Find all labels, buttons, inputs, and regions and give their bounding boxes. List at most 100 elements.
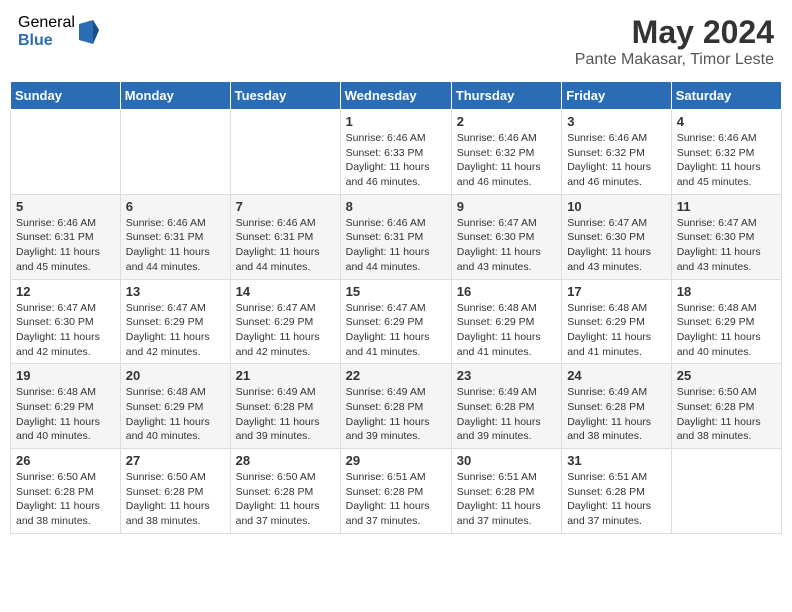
calendar-cell: 12Sunrise: 6:47 AM Sunset: 6:30 PM Dayli… (11, 279, 121, 364)
day-info: Sunrise: 6:47 AM Sunset: 6:30 PM Dayligh… (16, 301, 115, 360)
calendar-cell: 16 Sunrise: 6:48 AM Sunset: 6:29 PM Dayli… (451, 279, 561, 364)
day-info: Sunrise: 6:50 AM Sunset: 6:28 PM Dayligh… (677, 385, 776, 444)
column-header-wednesday: Wednesday (340, 82, 451, 110)
day-info: Sunrise: 6:47 AM Sunset: 6:29 PM Dayligh… (236, 301, 335, 360)
day-info: Sunrise: 6:47 AM Sunset: 6:29 PM Dayligh… (346, 301, 446, 360)
calendar-cell: 29 Sunrise: 6:51 AM Sunset: 6:28 PM Dayli… (340, 449, 451, 534)
location-subtitle: Pante Makasar, Timor Leste (575, 51, 774, 69)
month-year-title: May 2024 (575, 14, 774, 51)
day-info: Sunrise: 6:48 AM Sunset: 6:29 PM Dayligh… (126, 385, 225, 444)
calendar-week-row: 1 Sunrise: 6:46 AM Sunset: 6:33 PM Daylig… (11, 110, 782, 195)
calendar-cell: 31 Sunrise: 6:51 AM Sunset: 6:28 PM Dayli… (562, 449, 672, 534)
calendar-week-row: 26 Sunrise: 6:50 AM Sunset: 6:28 PM Dayli… (11, 449, 782, 534)
calendar-week-row: 19Sunrise: 6:48 AM Sunset: 6:29 PM Dayli… (11, 364, 782, 449)
day-info: Sunrise: 6:50 AM Sunset: 6:28 PM Dayligh… (126, 470, 225, 529)
day-number: 14 (236, 284, 335, 299)
calendar-cell (11, 110, 121, 195)
day-number: 20 (126, 368, 225, 383)
day-info: Sunrise: 6:46 AM Sunset: 6:31 PM Dayligh… (126, 216, 225, 275)
logo-general: General (18, 14, 75, 32)
day-info: Sunrise: 6:48 AM Sunset: 6:29 PM Dayligh… (567, 301, 666, 360)
day-number: 29 (346, 453, 446, 468)
day-number: 18 (677, 284, 776, 299)
calendar-cell: 28 Sunrise: 6:50 AM Sunset: 6:28 PM Dayli… (230, 449, 340, 534)
day-info: Sunrise: 6:49 AM Sunset: 6:28 PM Dayligh… (457, 385, 556, 444)
day-info: Sunrise: 6:51 AM Sunset: 6:28 PM Dayligh… (346, 470, 446, 529)
column-header-thursday: Thursday (451, 82, 561, 110)
logo-text: General Blue (18, 14, 75, 49)
calendar-week-row: 5 Sunrise: 6:46 AM Sunset: 6:31 PM Daylig… (11, 194, 782, 279)
day-info: Sunrise: 6:46 AM Sunset: 6:32 PM Dayligh… (567, 131, 666, 190)
calendar-cell: 15 Sunrise: 6:47 AM Sunset: 6:29 PM Dayli… (340, 279, 451, 364)
day-number: 16 (457, 284, 556, 299)
calendar-cell: 9 Sunrise: 6:47 AM Sunset: 6:30 PM Daylig… (451, 194, 561, 279)
day-number: 28 (236, 453, 335, 468)
day-info: Sunrise: 6:50 AM Sunset: 6:28 PM Dayligh… (236, 470, 335, 529)
calendar-cell: 4 Sunrise: 6:46 AM Sunset: 6:32 PM Daylig… (671, 110, 781, 195)
column-header-tuesday: Tuesday (230, 82, 340, 110)
calendar-cell: 17 Sunrise: 6:48 AM Sunset: 6:29 PM Dayli… (562, 279, 672, 364)
calendar-cell: 7 Sunrise: 6:46 AM Sunset: 6:31 PM Daylig… (230, 194, 340, 279)
day-info: Sunrise: 6:51 AM Sunset: 6:28 PM Dayligh… (567, 470, 666, 529)
calendar-cell (120, 110, 230, 195)
calendar-cell: 2 Sunrise: 6:46 AM Sunset: 6:32 PM Daylig… (451, 110, 561, 195)
calendar-cell: 24Sunrise: 6:49 AM Sunset: 6:28 PM Dayli… (562, 364, 672, 449)
calendar-cell: 27 Sunrise: 6:50 AM Sunset: 6:28 PM Dayli… (120, 449, 230, 534)
day-number: 27 (126, 453, 225, 468)
day-number: 5 (16, 199, 115, 214)
day-info: Sunrise: 6:46 AM Sunset: 6:31 PM Dayligh… (236, 216, 335, 275)
calendar-cell: 3 Sunrise: 6:46 AM Sunset: 6:32 PM Daylig… (562, 110, 672, 195)
day-info: Sunrise: 6:51 AM Sunset: 6:28 PM Dayligh… (457, 470, 556, 529)
logo: General Blue (18, 14, 99, 49)
day-number: 9 (457, 199, 556, 214)
day-number: 25 (677, 368, 776, 383)
calendar-cell: 26Sunrise: 6:50 AM Sunset: 6:28 PM Dayli… (11, 449, 121, 534)
calendar-cell: 18Sunrise: 6:48 AM Sunset: 6:29 PM Dayli… (671, 279, 781, 364)
column-header-saturday: Saturday (671, 82, 781, 110)
calendar-table: SundayMondayTuesdayWednesdayThursdayFrid… (10, 81, 782, 534)
day-number: 8 (346, 199, 446, 214)
calendar-cell: 11Sunrise: 6:47 AM Sunset: 6:30 PM Dayli… (671, 194, 781, 279)
calendar-cell: 6Sunrise: 6:46 AM Sunset: 6:31 PM Daylig… (120, 194, 230, 279)
day-number: 11 (677, 199, 776, 214)
day-number: 10 (567, 199, 666, 214)
calendar-cell: 14 Sunrise: 6:47 AM Sunset: 6:29 PM Dayli… (230, 279, 340, 364)
day-info: Sunrise: 6:46 AM Sunset: 6:32 PM Dayligh… (677, 131, 776, 190)
calendar-cell: 20 Sunrise: 6:48 AM Sunset: 6:29 PM Dayli… (120, 364, 230, 449)
column-header-monday: Monday (120, 82, 230, 110)
calendar-cell: 19Sunrise: 6:48 AM Sunset: 6:29 PM Dayli… (11, 364, 121, 449)
logo-icon (79, 20, 99, 44)
day-number: 15 (346, 284, 446, 299)
day-number: 7 (236, 199, 335, 214)
calendar-cell: 1 Sunrise: 6:46 AM Sunset: 6:33 PM Daylig… (340, 110, 451, 195)
calendar-cell: 30Sunrise: 6:51 AM Sunset: 6:28 PM Dayli… (451, 449, 561, 534)
day-info: Sunrise: 6:47 AM Sunset: 6:30 PM Dayligh… (457, 216, 556, 275)
day-number: 26 (16, 453, 115, 468)
day-number: 17 (567, 284, 666, 299)
day-number: 1 (346, 114, 446, 129)
column-header-sunday: Sunday (11, 82, 121, 110)
day-number: 2 (457, 114, 556, 129)
day-info: Sunrise: 6:47 AM Sunset: 6:30 PM Dayligh… (567, 216, 666, 275)
day-info: Sunrise: 6:48 AM Sunset: 6:29 PM Dayligh… (457, 301, 556, 360)
day-number: 13 (126, 284, 225, 299)
day-number: 22 (346, 368, 446, 383)
calendar-cell (230, 110, 340, 195)
day-info: Sunrise: 6:46 AM Sunset: 6:33 PM Dayligh… (346, 131, 446, 190)
calendar-cell: 25 Sunrise: 6:50 AM Sunset: 6:28 PM Dayli… (671, 364, 781, 449)
day-info: Sunrise: 6:46 AM Sunset: 6:32 PM Dayligh… (457, 131, 556, 190)
day-number: 23 (457, 368, 556, 383)
day-number: 4 (677, 114, 776, 129)
day-info: Sunrise: 6:46 AM Sunset: 6:31 PM Dayligh… (16, 216, 115, 275)
day-number: 3 (567, 114, 666, 129)
day-number: 31 (567, 453, 666, 468)
day-info: Sunrise: 6:47 AM Sunset: 6:29 PM Dayligh… (126, 301, 225, 360)
calendar-cell: 23 Sunrise: 6:49 AM Sunset: 6:28 PM Dayli… (451, 364, 561, 449)
title-section: May 2024 Pante Makasar, Timor Leste (575, 14, 774, 69)
logo-blue: Blue (18, 32, 75, 50)
day-info: Sunrise: 6:48 AM Sunset: 6:29 PM Dayligh… (16, 385, 115, 444)
calendar-cell: 10 Sunrise: 6:47 AM Sunset: 6:30 PM Dayli… (562, 194, 672, 279)
calendar-cell: 8 Sunrise: 6:46 AM Sunset: 6:31 PM Daylig… (340, 194, 451, 279)
day-info: Sunrise: 6:46 AM Sunset: 6:31 PM Dayligh… (346, 216, 446, 275)
calendar-week-row: 12Sunrise: 6:47 AM Sunset: 6:30 PM Dayli… (11, 279, 782, 364)
